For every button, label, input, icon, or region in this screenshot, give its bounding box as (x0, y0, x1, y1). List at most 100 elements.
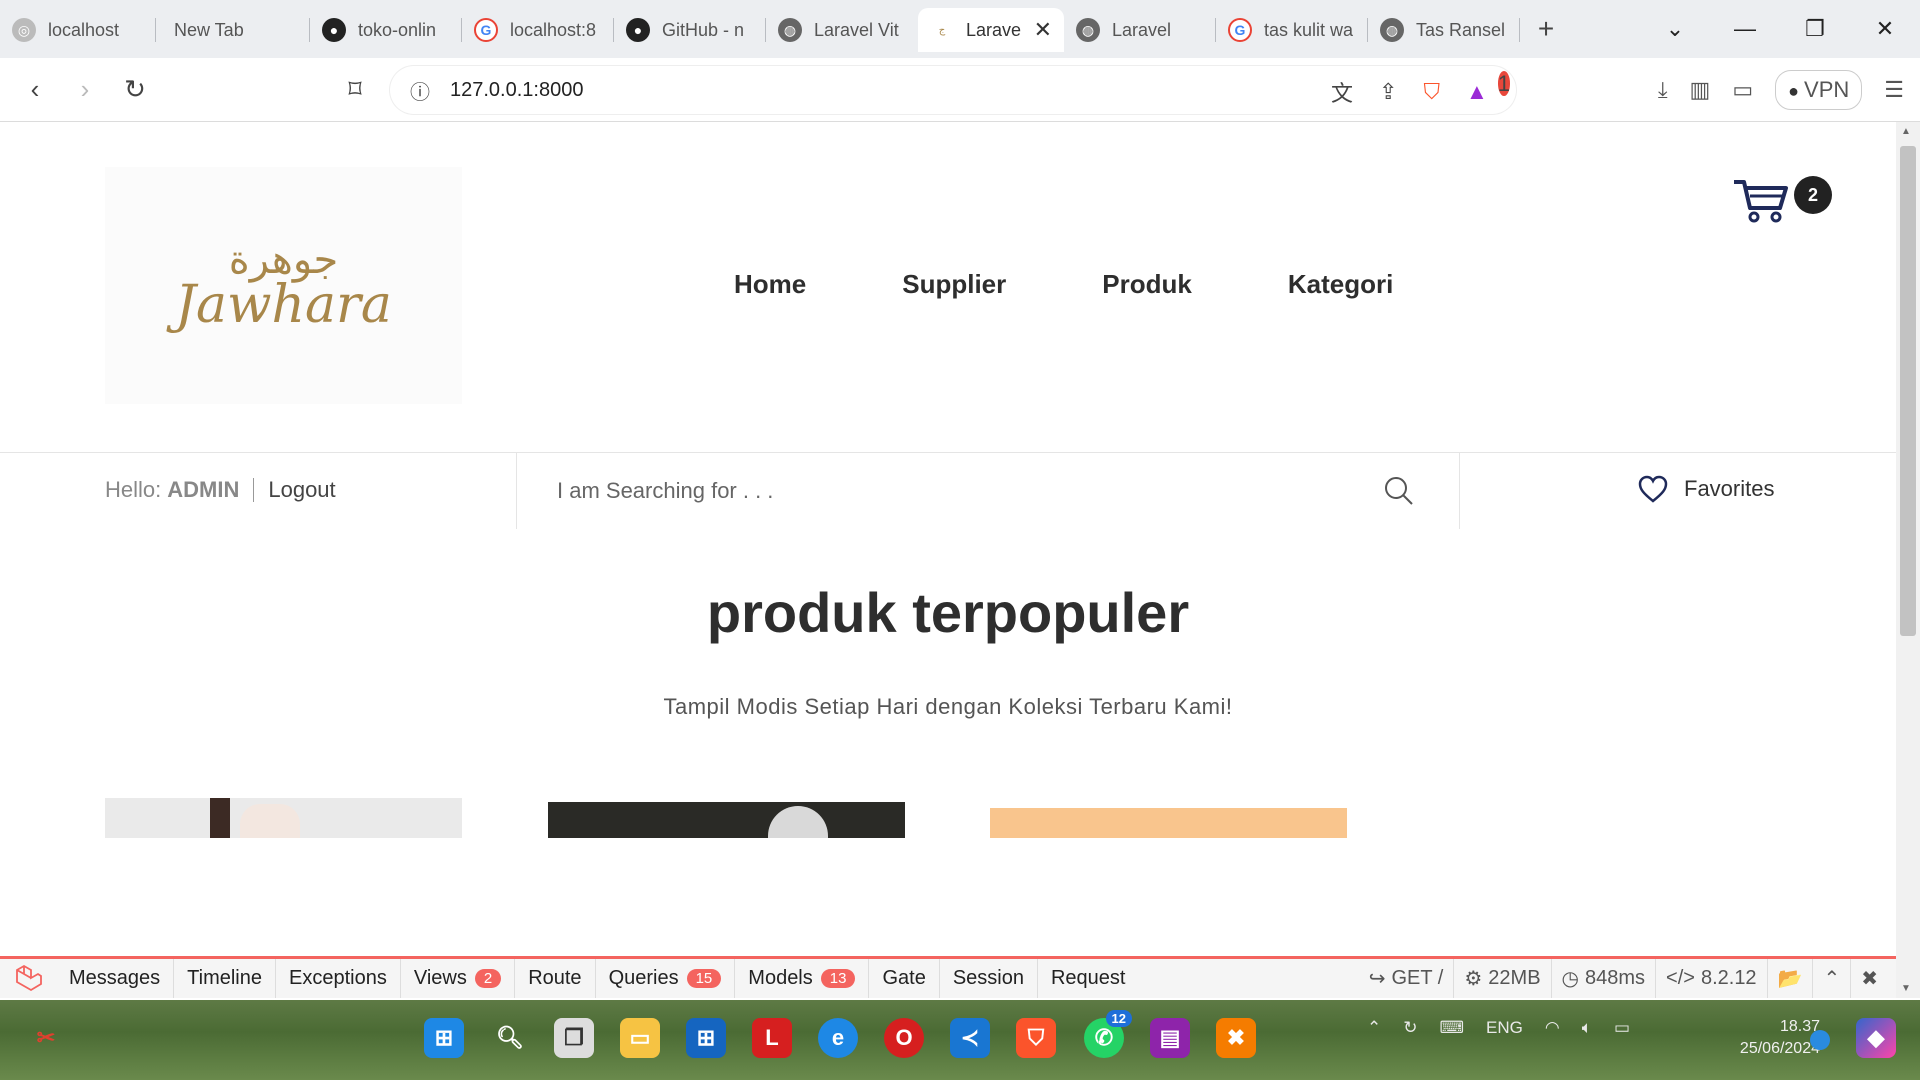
google-icon: G (1228, 18, 1252, 42)
minimize-button[interactable]: — (1710, 16, 1780, 42)
url-text[interactable]: 127.0.0.1:8000 (450, 79, 583, 102)
product-card-image[interactable] (548, 802, 905, 838)
product-card-image[interactable] (105, 798, 462, 838)
tab-localhost[interactable]: ◎ localhost (0, 8, 156, 52)
site-logo[interactable]: جوهرة Jawhara (105, 167, 462, 404)
debugbar-php-version: </> 8.2.12 (1655, 959, 1767, 998)
edge-icon[interactable]: e (818, 1018, 858, 1058)
tab-search-chevron-icon[interactable]: ⌄ (1640, 16, 1710, 42)
nav-home[interactable]: Home (734, 269, 806, 300)
debugbar-tab-timeline[interactable]: Timeline (174, 959, 276, 998)
reload-button[interactable]: ↻ (110, 74, 160, 105)
taskbar-clock[interactable]: 18.37 25/06/2024 (1740, 1016, 1820, 1060)
file-explorer-icon[interactable]: ▭ (620, 1018, 660, 1058)
bookmark-icon[interactable]: ⌑ (330, 74, 380, 105)
product-card-image[interactable] (990, 808, 1347, 838)
wallet-icon[interactable]: ▭ (1732, 77, 1753, 103)
debugbar-tab-gate[interactable]: Gate (869, 959, 940, 998)
github-icon: ● (626, 18, 650, 42)
scrollbar-thumb[interactable] (1900, 146, 1916, 636)
debugbar-tab-exceptions[interactable]: Exceptions (276, 959, 401, 998)
forward-button[interactable]: › (60, 74, 110, 105)
xampp-icon[interactable]: ✖ (1216, 1018, 1256, 1058)
close-window-button[interactable]: ✕ (1850, 16, 1920, 42)
brave-rewards-icon[interactable]: ▲ 1 (1466, 71, 1510, 105)
search-icon[interactable] (1383, 475, 1415, 507)
section-subtitle: Tampil Modis Setiap Hari dengan Koleksi … (663, 694, 1233, 719)
tab-laravel-vite[interactable]: ◍ Laravel Vit (766, 8, 918, 52)
battery-icon[interactable]: ▭ (1614, 1018, 1630, 1038)
new-tab-button[interactable]: + (1526, 13, 1566, 45)
tab-toko-online[interactable]: ● toko-onlin (310, 8, 462, 52)
brave-icon[interactable]: ⛉ (1016, 1018, 1056, 1058)
debugbar-route[interactable]: ↪ GET / (1359, 959, 1454, 998)
tab-laravel[interactable]: ◍ Laravel (1064, 8, 1216, 52)
store-icon[interactable]: ⊞ (686, 1018, 726, 1058)
close-tab-icon[interactable]: ✕ (1034, 17, 1052, 43)
scroll-down-arrow-icon[interactable]: ▼ (1901, 983, 1911, 994)
nav-produk[interactable]: Produk (1102, 269, 1192, 300)
copilot-icon[interactable]: ◆ (1856, 1018, 1896, 1058)
sidebar-icon[interactable]: ▥ (1690, 77, 1711, 103)
debugbar-tab-request[interactable]: Request (1038, 959, 1139, 998)
tab-tas-kulit[interactable]: G tas kulit wa (1216, 8, 1368, 52)
whatsapp-icon[interactable]: ✆ 12 (1084, 1010, 1132, 1058)
notification-icon[interactable] (1810, 1030, 1830, 1050)
logout-link[interactable]: Logout (268, 477, 335, 503)
laravel-debugbar: Messages Timeline Exceptions Views 2 Rout… (0, 956, 1896, 998)
page-scrollbar[interactable]: ▲ ▼ (1896, 122, 1920, 998)
globe-icon: ◍ (778, 18, 802, 42)
globe-icon: ◍ (1076, 18, 1100, 42)
share-icon[interactable]: ⇪ (1379, 79, 1397, 105)
tab-active-laravel[interactable]: ج Larave ✕ (918, 8, 1064, 52)
debugbar-maximize-icon[interactable]: ⌃ (1812, 959, 1850, 998)
omnibox[interactable]: ⓘ 127.0.0.1:8000 文 ⇪ ⛉ ▲ 1 (390, 66, 1516, 114)
volume-icon[interactable]: 🔈︎ (1582, 1018, 1592, 1038)
debugbar-logo-icon[interactable] (0, 964, 56, 994)
wifi-icon[interactable]: ◠ (1545, 1018, 1560, 1038)
language-indicator[interactable]: ENG (1486, 1018, 1523, 1038)
tab-github[interactable]: ● GitHub - n (614, 8, 766, 52)
debugbar-tab-models[interactable]: Models 13 (735, 959, 870, 998)
opera-icon[interactable]: O (884, 1018, 924, 1058)
search-taskbar-icon[interactable]: 🔍︎ (490, 1018, 530, 1058)
tab-localhost-8[interactable]: G localhost:8 (462, 8, 614, 52)
brave-shield-icon[interactable]: ⛉ (1423, 79, 1440, 105)
nav-supplier[interactable]: Supplier (902, 269, 1006, 300)
cart-icon (1734, 180, 1788, 223)
debugbar-open-icon[interactable]: 📂 (1766, 959, 1813, 998)
task-view-icon[interactable]: ❐ (554, 1018, 594, 1058)
winrar-icon[interactable]: ▤ (1150, 1018, 1190, 1058)
debugbar-tab-views[interactable]: Views 2 (401, 959, 516, 998)
debugbar-tab-messages[interactable]: Messages (56, 959, 175, 998)
back-button[interactable]: ‹ (10, 74, 60, 105)
tab-tas-ransel[interactable]: ◍ Tas Ransel (1368, 8, 1520, 52)
favorites-link[interactable]: Favorites (1638, 475, 1774, 503)
restore-button[interactable]: ❐ (1780, 16, 1850, 42)
vpn-button[interactable]: ● VPN (1775, 70, 1863, 110)
cart-count-badge: 2 (1794, 176, 1832, 214)
translate-icon[interactable]: 文 (1331, 76, 1353, 108)
debugbar-close-icon[interactable]: ✖ (1850, 959, 1888, 998)
menu-icon[interactable]: ☰ (1884, 77, 1904, 103)
desktop-app-icon[interactable]: ✂ (26, 1018, 66, 1058)
debugbar-tab-route[interactable]: Route (515, 959, 596, 998)
keyboard-icon[interactable]: ⌨ (1440, 1018, 1465, 1038)
share-arrow-icon: ↪ (1368, 968, 1386, 990)
debugbar-tab-session[interactable]: Session (940, 959, 1038, 998)
search-input[interactable] (557, 471, 1357, 511)
heart-icon (1638, 475, 1668, 503)
start-icon[interactable]: ⊞ (424, 1018, 464, 1058)
nav-kategori[interactable]: Kategori (1288, 269, 1393, 300)
show-hidden-icons-icon[interactable]: ⌃ (1367, 1018, 1381, 1038)
site-info-icon[interactable]: ⓘ (398, 76, 442, 105)
debugbar-tab-queries[interactable]: Queries 15 (596, 959, 736, 998)
cart-button[interactable]: 2 (1732, 174, 1832, 224)
cogs-icon: ⚙ (1464, 968, 1483, 990)
l-app-icon[interactable]: L (752, 1018, 792, 1058)
vscode-icon[interactable]: ≺ (950, 1018, 990, 1058)
scroll-up-arrow-icon[interactable]: ▲ (1901, 126, 1911, 137)
sync-icon[interactable]: ↻ (1403, 1018, 1417, 1038)
downloads-icon[interactable]: ⤓ (1658, 77, 1668, 103)
tab-new-tab[interactable]: New Tab (156, 8, 310, 52)
